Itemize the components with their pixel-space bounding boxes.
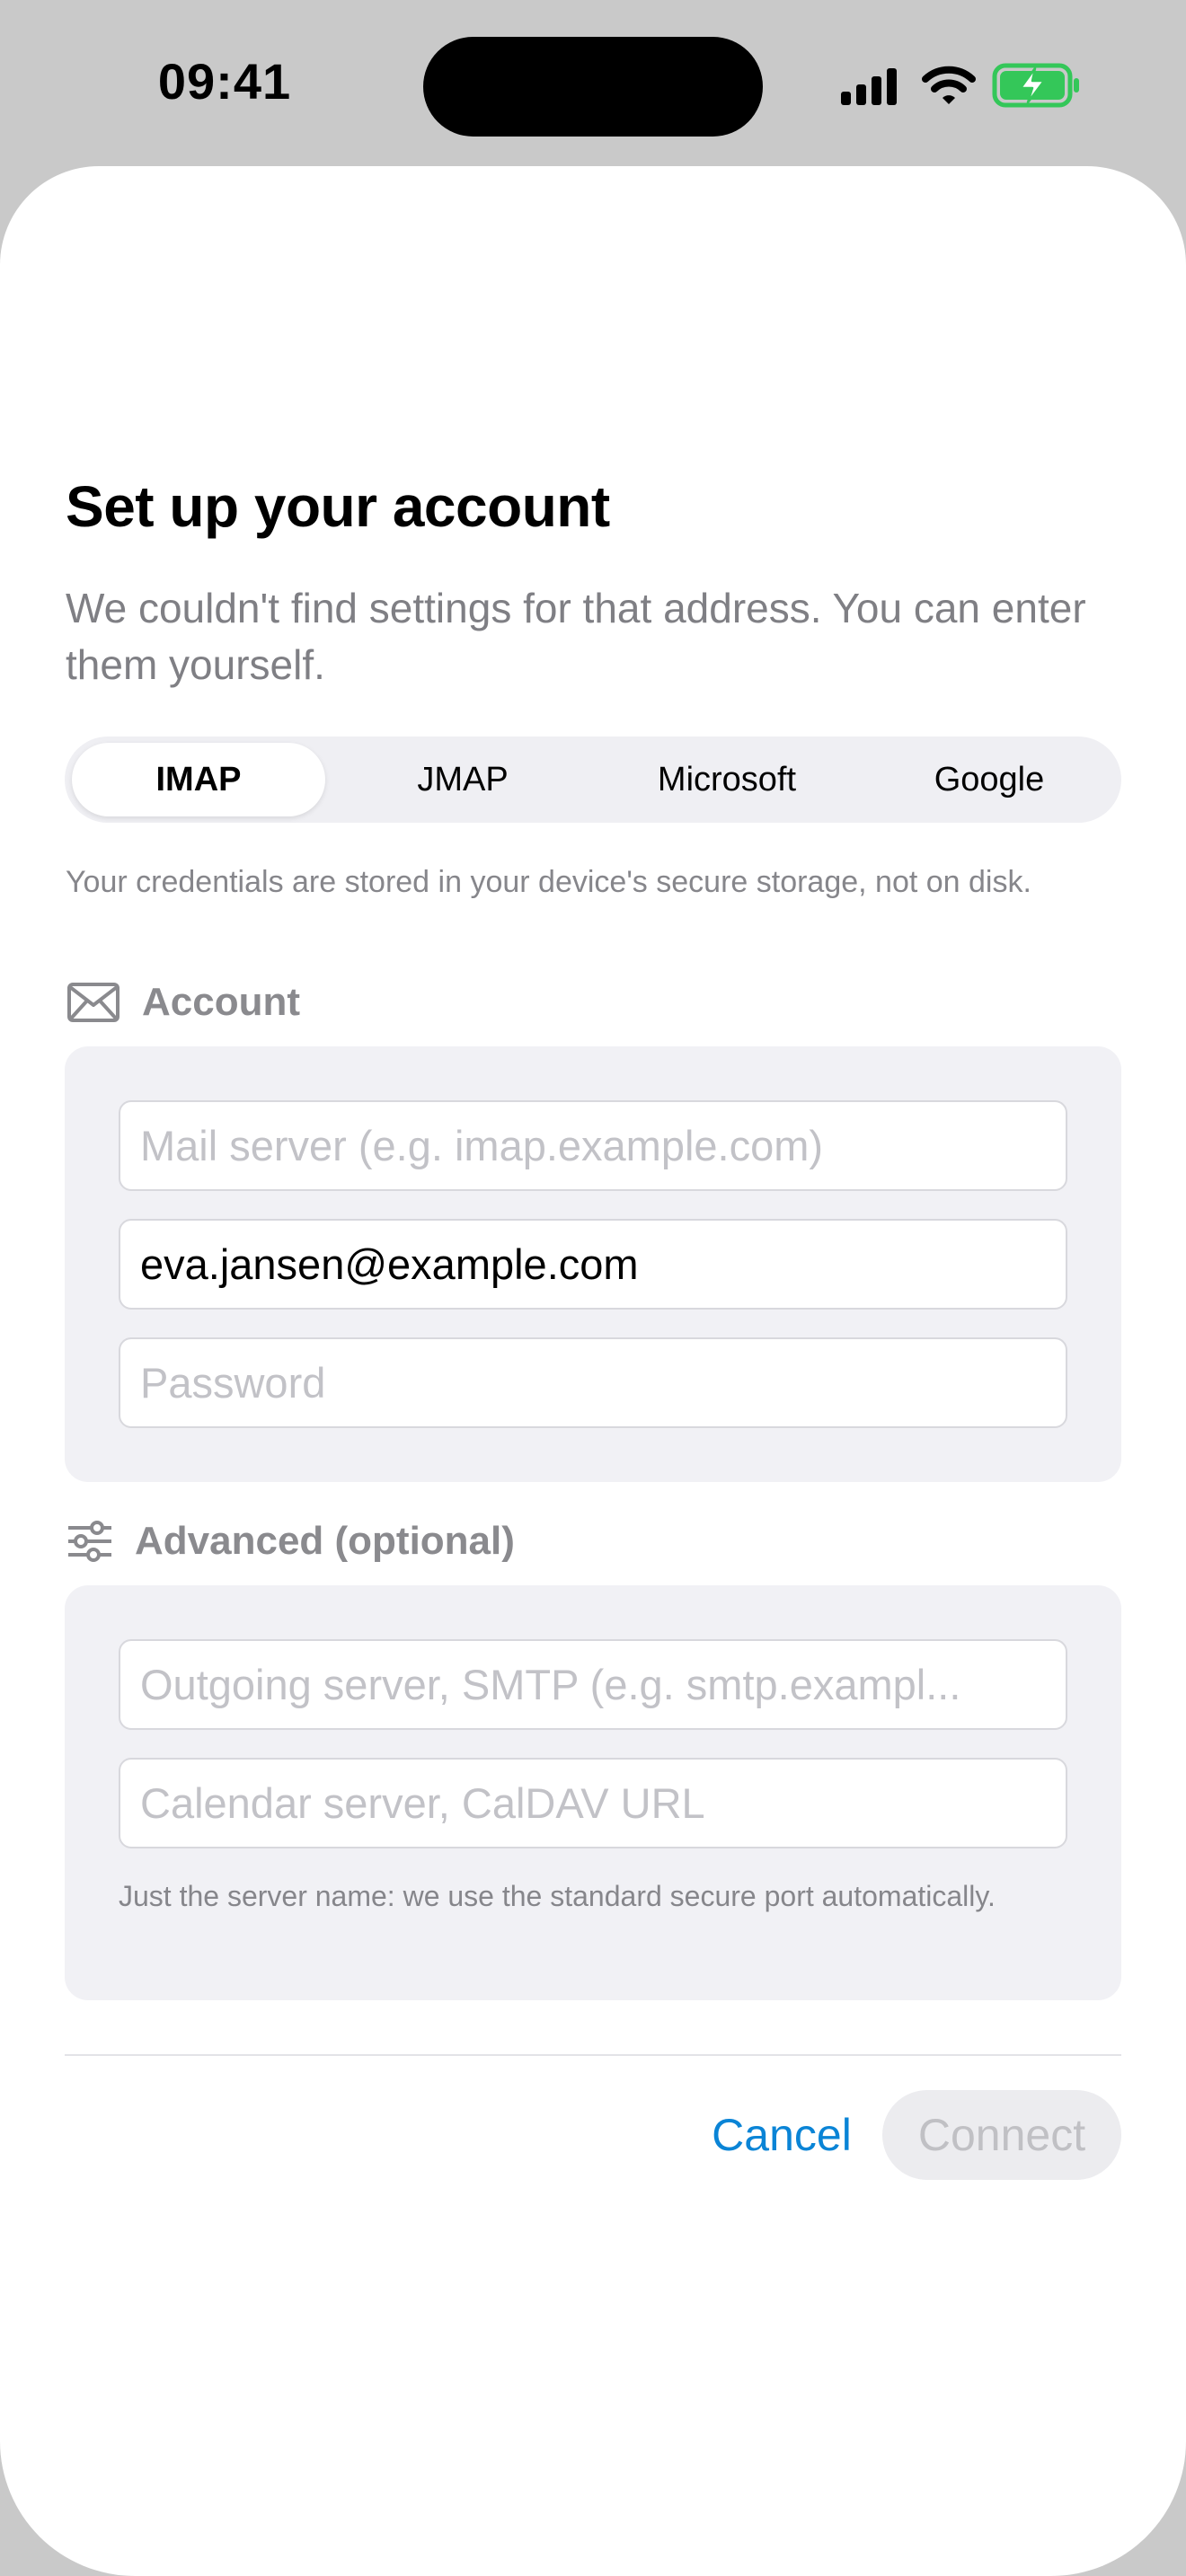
email-field[interactable]: eva.jansen@example.com bbox=[119, 1219, 1067, 1310]
protocol-segmented-control: IMAP JMAP Microsoft Google bbox=[65, 737, 1121, 823]
tab-microsoft[interactable]: Microsoft bbox=[600, 743, 854, 816]
cellular-signal-icon bbox=[841, 68, 897, 105]
envelope-icon bbox=[67, 983, 119, 1022]
screen: 09:41 Set up your account We couldn't fi… bbox=[0, 0, 1186, 2576]
sliders-icon bbox=[68, 1521, 111, 1562]
mail-server-input[interactable]: Mail server (e.g. imap.example.com) bbox=[119, 1100, 1067, 1191]
storage-note: Your credentials are stored in your devi… bbox=[66, 865, 1031, 899]
cancel-button[interactable]: Cancel bbox=[692, 2090, 872, 2180]
account-group: Mail server (e.g. imap.example.com) eva.… bbox=[65, 1046, 1121, 1482]
tab-jmap[interactable]: JMAP bbox=[336, 743, 589, 816]
password-field[interactable]: Password bbox=[119, 1337, 1067, 1428]
tab-imap[interactable]: IMAP bbox=[72, 743, 325, 816]
page-title: Set up your account bbox=[66, 474, 610, 539]
footer-divider bbox=[65, 2054, 1121, 2056]
wifi-icon bbox=[922, 66, 976, 104]
port-hint: Just the server name: we use the standar… bbox=[119, 1880, 996, 1912]
account-section-header: Account bbox=[66, 980, 300, 1025]
smtp-server-input[interactable]: Outgoing server, SMTP (e.g. smtp.exampl.… bbox=[119, 1639, 1067, 1730]
account-section-label: Account bbox=[142, 980, 300, 1024]
advanced-group: Outgoing server, SMTP (e.g. smtp.exampl.… bbox=[65, 1585, 1121, 2000]
caldav-url-input[interactable]: Calendar server, CalDAV URL bbox=[119, 1758, 1067, 1848]
status-time: 09:41 bbox=[157, 53, 292, 110]
advanced-section-header: Advanced (optional) bbox=[66, 1519, 515, 1564]
advanced-section-label: Advanced (optional) bbox=[135, 1519, 515, 1563]
tab-google[interactable]: Google bbox=[863, 743, 1116, 816]
connect-button[interactable]: Connect bbox=[882, 2090, 1121, 2180]
page-subtitle: We couldn't find settings for that addre… bbox=[66, 585, 1086, 688]
dynamic-island bbox=[423, 37, 763, 137]
battery-charging-icon bbox=[992, 63, 1079, 108]
